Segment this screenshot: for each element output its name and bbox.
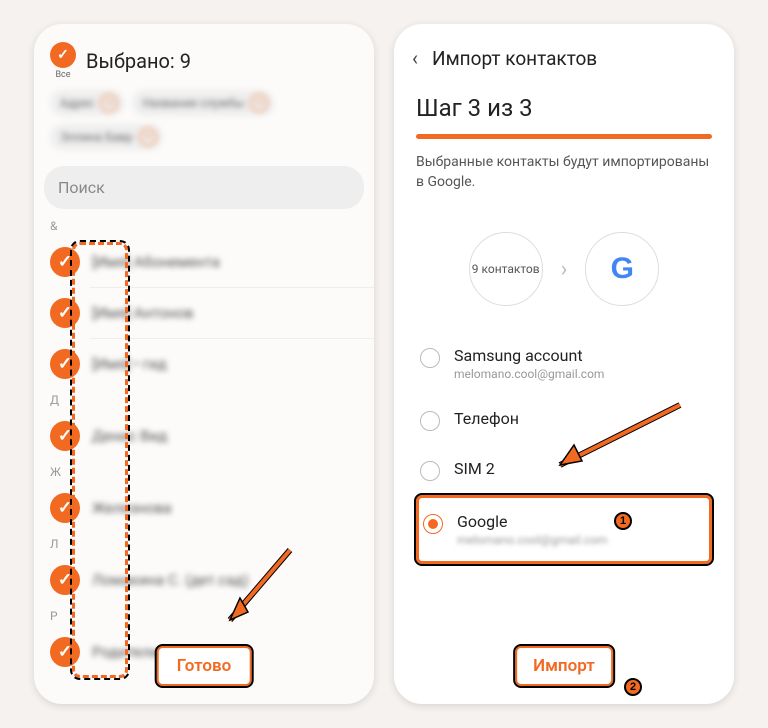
account-row-sim2[interactable]: SIM 2 <box>416 445 712 495</box>
back-icon[interactable]: ‹ <box>412 46 418 70</box>
chip-remove-icon[interactable] <box>250 94 268 112</box>
done-button[interactable]: Готово <box>157 646 252 686</box>
radio-icon[interactable] <box>420 348 440 368</box>
step-text: Шаг 3 из 3 <box>416 94 712 122</box>
phone-left: Все Выбрано: 9 Адрес Название службы Элл… <box>34 24 374 704</box>
check-icon[interactable] <box>50 637 80 667</box>
select-all-label: Все <box>55 70 70 80</box>
radio-icon[interactable] <box>423 514 443 534</box>
check-icon[interactable] <box>50 493 80 523</box>
alpha-header: & <box>34 215 374 237</box>
chip[interactable]: Адрес <box>50 90 124 116</box>
chip[interactable]: Название службы <box>132 90 274 116</box>
flow-count: 9 контактов <box>472 262 540 276</box>
check-icon[interactable] <box>50 565 80 595</box>
check-icon[interactable] <box>50 349 80 379</box>
account-list: Samsung account melomano.cool@gmail.com … <box>394 332 734 564</box>
chip[interactable]: Эллина Бавр <box>50 124 163 150</box>
header: ‹ Импорт контактов <box>394 24 734 76</box>
selected-count: Выбрано: 9 <box>86 49 191 73</box>
alpha-header: Р <box>34 605 374 627</box>
list-item[interactable]: Денис Вид <box>34 411 374 461</box>
check-icon[interactable] <box>50 247 80 277</box>
step-info: Выбранные контакты будут импортированы в… <box>394 149 734 210</box>
alpha-header: Д <box>34 389 374 411</box>
list-item[interactable]: [Имя] Абонемента <box>34 237 374 287</box>
select-all-icon[interactable] <box>50 42 76 68</box>
account-row-samsung[interactable]: Samsung account melomano.cool@gmail.com <box>416 332 712 395</box>
page-title: Импорт контактов <box>432 47 597 70</box>
list-item[interactable]: Железнова <box>34 483 374 533</box>
target-circle: G <box>585 232 659 306</box>
progress-bar <box>416 134 712 139</box>
check-icon[interactable] <box>50 421 80 451</box>
alpha-header: Л <box>34 533 374 555</box>
list-item[interactable]: Ломакина С. (дет.сад) <box>34 555 374 605</box>
chip-remove-icon[interactable] <box>139 128 157 146</box>
check-icon[interactable] <box>50 298 80 328</box>
step-wrap: Шаг 3 из 3 <box>394 76 734 149</box>
chip-remove-icon[interactable] <box>100 94 118 112</box>
search-input[interactable]: Поиск <box>44 166 364 209</box>
chips-row: Адрес Название службы Эллина Бавр <box>50 90 358 150</box>
phone-right: ‹ Импорт контактов Шаг 3 из 3 Выбранные … <box>394 24 734 704</box>
chevron-right-icon: › <box>561 257 568 282</box>
annotation-badge-2: 2 <box>624 678 642 696</box>
annotation-badge-1: 1 <box>614 512 632 530</box>
flow-row: 9 контактов › G <box>394 210 734 332</box>
account-row-phone[interactable]: Телефон <box>416 395 712 445</box>
source-circle: 9 контактов <box>469 232 543 306</box>
contact-list: & [Имя] Абонемента [Имя] Антонов [Имя] •… <box>34 215 374 677</box>
list-item[interactable]: [Имя] • гид <box>34 339 374 389</box>
list-item[interactable]: [Имя] Антонов <box>34 288 374 338</box>
alpha-header: Ж <box>34 461 374 483</box>
account-row-google[interactable]: Google melomano.cool@gmail.com <box>416 495 712 564</box>
radio-icon[interactable] <box>420 411 440 431</box>
selection-header: Все Выбрано: 9 Адрес Название службы Элл… <box>34 24 374 160</box>
import-button[interactable]: Импорт <box>515 646 613 686</box>
radio-icon[interactable] <box>420 461 440 481</box>
google-logo-icon: G <box>611 252 634 286</box>
